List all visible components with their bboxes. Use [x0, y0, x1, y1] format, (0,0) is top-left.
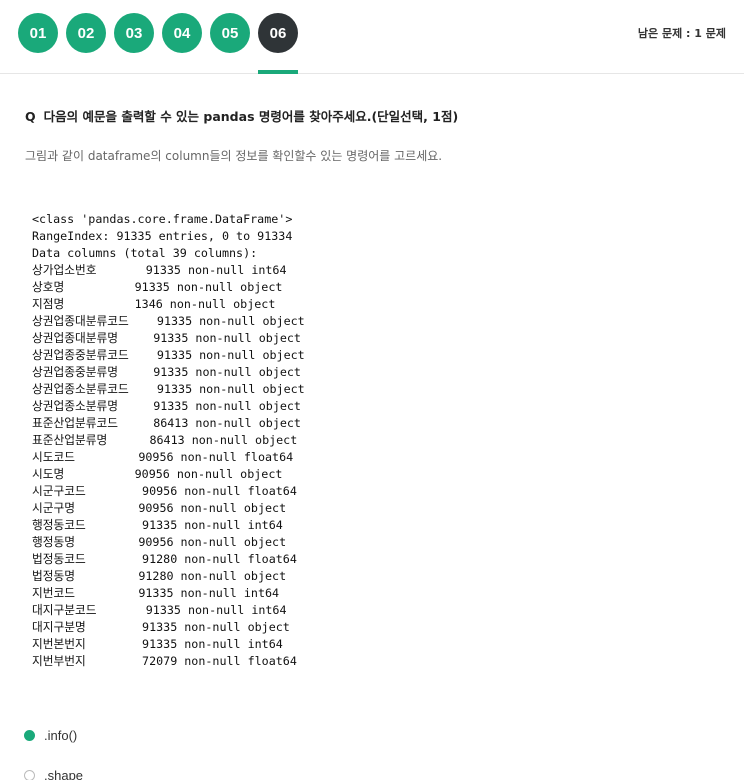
option-label: .shape — [44, 768, 84, 780]
question-nav-bar: 01 02 03 04 05 06 남은 문제 : 1 문제 — [0, 0, 744, 74]
remaining-count: 남은 문제 : 1 문제 — [637, 27, 726, 40]
option-shape[interactable]: .shape — [24, 767, 83, 780]
option-label: .info() — [44, 728, 78, 743]
radio-selected-icon[interactable] — [24, 730, 35, 741]
active-step-indicator — [258, 70, 298, 74]
step-03-button[interactable]: 03 — [114, 13, 154, 53]
question-description: 그림과 같이 dataframe의 column들의 정보를 확인할수 있는 명… — [25, 149, 443, 163]
question-text: 다음의 예문을 출력할 수 있는 pandas 명령어를 찾아주세요.(단일선택… — [43, 109, 459, 124]
step-04-button[interactable]: 04 — [162, 13, 202, 53]
step-06-button[interactable]: 06 — [258, 13, 298, 53]
code-output-block: <class 'pandas.core.frame.DataFrame'> Ra… — [32, 212, 305, 672]
step-05-button[interactable]: 05 — [210, 13, 250, 53]
answer-options: .info() .shape — [24, 727, 83, 780]
question-title: Q 다음의 예문을 출력할 수 있는 pandas 명령어를 찾아주세요.(단일선… — [25, 106, 458, 125]
question-steps: 01 02 03 04 05 06 — [18, 13, 306, 53]
question-mark: Q — [25, 109, 36, 124]
step-02-button[interactable]: 02 — [66, 13, 106, 53]
step-01-button[interactable]: 01 — [18, 13, 58, 53]
radio-unselected-icon[interactable] — [24, 770, 35, 780]
option-info[interactable]: .info() — [24, 727, 83, 744]
